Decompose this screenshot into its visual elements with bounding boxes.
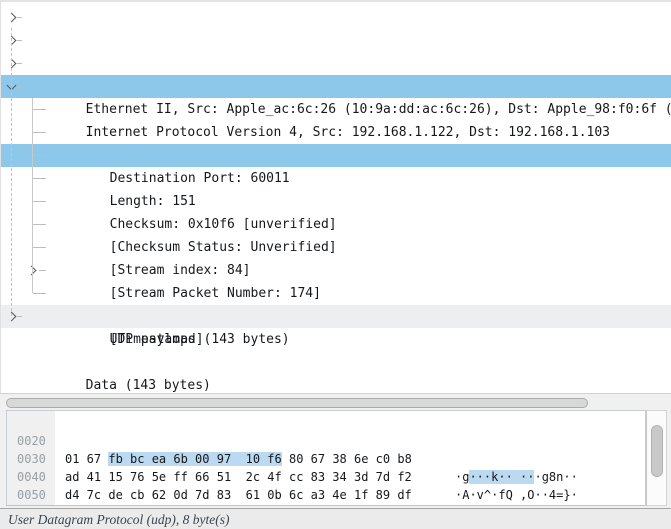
tree-connector	[17, 86, 22, 87]
tree-row-ethernet[interactable]: Ethernet II, Src: Apple_ac:6c:26 (10:9a:…	[1, 29, 671, 52]
tree-connector	[33, 132, 46, 133]
hex-row[interactable]: 0020 01 67 fb bc ea 6b 00 97 10 f6 80 67…	[7, 414, 645, 432]
tree-row-checksum-status[interactable]: [Checksum Status: Unverified]	[1, 190, 671, 213]
collapsed-caret-icon[interactable]	[7, 13, 17, 23]
collapsed-caret-icon[interactable]	[7, 59, 17, 69]
tree-row-label: UDP payload (143 bytes)	[110, 332, 290, 347]
tree-connector	[33, 109, 46, 110]
wireshark-window: Frame 341: 185 bytes on wire (1480 bits)…	[0, 0, 671, 529]
status-bar: User Datagram Protocol (udp), 8 byte(s)	[0, 508, 671, 529]
tree-connector	[39, 270, 46, 271]
tree-row-dst-port[interactable]: Destination Port: 60011	[1, 121, 671, 144]
horizontal-scrollbar[interactable]	[0, 393, 671, 410]
tree-row-label: Data (143 bytes)	[86, 378, 211, 393]
tree-connector	[33, 224, 46, 225]
tree-connector	[33, 201, 46, 202]
tree-connector	[33, 247, 46, 248]
hex-offset: 0060	[17, 504, 46, 506]
tree-connector	[17, 40, 22, 41]
hex-dump-pane: 0020 01 67 fb bc ea 6b 00 97 10 f6 80 67…	[6, 410, 646, 506]
tree-connector	[33, 178, 46, 179]
tree-row-checksum[interactable]: Checksum: 0x10f6 [unverified]	[1, 167, 671, 190]
horizontal-scrollbar-thumb[interactable]	[6, 398, 588, 408]
tree-connector	[33, 155, 46, 156]
packet-details-tree: Frame 341: 185 bytes on wire (1480 bits)…	[1, 2, 671, 328]
tree-row-timestamps[interactable]: [Timestamps]	[1, 259, 671, 282]
tree-row-src-port[interactable]: Source Port: 64444	[1, 98, 671, 121]
tree-row-udp[interactable]: User Datagram Protocol, Src Port: 64444,…	[1, 75, 671, 98]
tree-row-data[interactable]: Data (143 bytes)	[1, 305, 671, 328]
hex-bytes: 3f 73 66 44 18 ac 89 7f 80 55 d3 e9 69 4…	[65, 504, 412, 506]
expanded-caret-icon[interactable]	[7, 81, 17, 91]
tree-row-stream-packet-number[interactable]: [Stream Packet Number: 174]	[1, 236, 671, 259]
hex-rows: 0020 01 67 fb bc ea 6b 00 97 10 f6 80 67…	[7, 411, 645, 504]
collapsed-caret-icon[interactable]	[27, 266, 37, 276]
hex-row[interactable]: 0040 d4 7c de cb 62 0d 7d 83 61 0b 6c a3…	[7, 450, 645, 468]
tree-row-frame[interactable]: Frame 341: 185 bytes on wire (1480 bits)…	[1, 6, 671, 29]
vertical-scrollbar[interactable]	[646, 410, 667, 506]
vertical-scrollbar-thumb[interactable]	[651, 425, 663, 477]
tree-connector	[17, 63, 22, 64]
packet-details-pane: Frame 341: 185 bytes on wire (1480 bits)…	[0, 2, 671, 393]
hex-row[interactable]: 0050 3f 73 66 44 18 ac 89 7f 80 55 d3 e9…	[7, 468, 645, 486]
tree-connector	[17, 17, 22, 18]
tree-row-udp-payload[interactable]: UDP payload (143 bytes)	[1, 282, 671, 305]
collapsed-caret-icon[interactable]	[7, 312, 17, 322]
tree-row-ip[interactable]: Internet Protocol Version 4, Src: 192.16…	[1, 52, 671, 75]
hex-row[interactable]: 0060 2d 21 e5 c6 a6 4b 01 13 52 20 a9 48…	[7, 486, 645, 504]
tree-row-stream-index[interactable]: [Stream index: 84]	[1, 213, 671, 236]
collapsed-caret-icon[interactable]	[7, 36, 17, 46]
tree-connector	[33, 293, 46, 294]
hex-ascii: ·|··b·}· a·l·N···	[455, 504, 578, 506]
tree-row-length[interactable]: Length: 151	[1, 144, 671, 167]
hex-row[interactable]: 0030 ad 41 15 76 5e ff 66 51 2c 4f cc 83…	[7, 432, 645, 450]
status-bar-field-info: User Datagram Protocol (udp), 8 byte(s)	[8, 512, 229, 527]
tree-connector	[17, 316, 22, 317]
